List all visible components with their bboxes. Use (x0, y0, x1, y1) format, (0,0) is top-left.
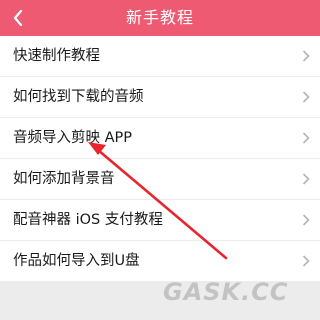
chevron-right-icon (302, 50, 310, 62)
chevron-right-icon (302, 91, 310, 103)
chevron-right-icon (302, 132, 310, 144)
list-item-label: 配音神器 iOS 支付教程 (13, 212, 163, 228)
list-item[interactable]: 配音神器 iOS 支付教程 (0, 200, 320, 240)
list-item[interactable]: 如何添加背景音 (0, 159, 320, 199)
list-item[interactable]: 作品如何导入到U盘 (0, 241, 320, 281)
watermark: GASK.CC (163, 278, 289, 306)
list-item-label: 快速制作教程 (13, 48, 100, 64)
page-title: 新手教程 (125, 8, 194, 27)
nav-bar: 新手教程 (0, 0, 320, 36)
chevron-right-icon (302, 173, 310, 185)
list-item-label: 如何添加背景音 (13, 171, 115, 187)
list-item-label: 音频导入剪映 APP (13, 130, 133, 146)
list-item-label: 如何找到下载的音频 (13, 89, 144, 105)
list-item[interactable]: 如何找到下载的音频 (0, 77, 320, 117)
list-item[interactable]: 音频导入剪映 APP (0, 118, 320, 158)
list-item[interactable]: 快速制作教程 (0, 36, 320, 76)
tutorial-list: 快速制作教程 如何找到下载的音频 音频导入剪映 APP 如何添加背景音 配音神器… (0, 36, 320, 282)
chevron-right-icon (302, 255, 310, 267)
list-item-label: 作品如何导入到U盘 (13, 253, 140, 269)
chevron-right-icon (302, 214, 310, 226)
